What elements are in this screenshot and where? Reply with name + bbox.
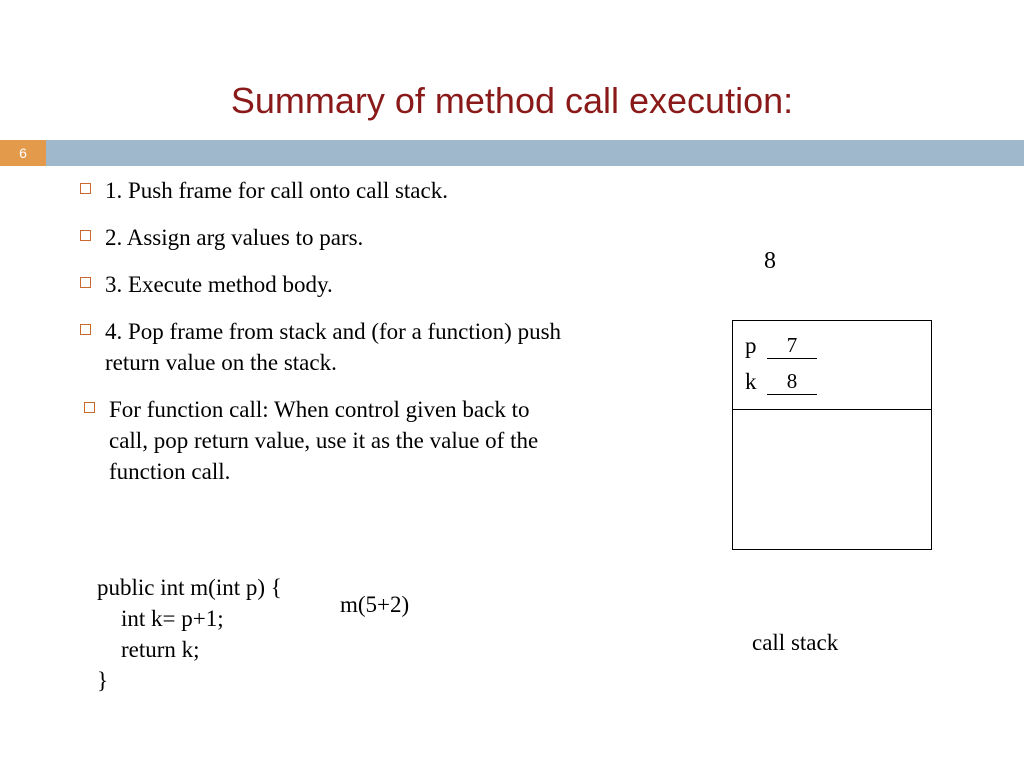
list-item: 3. Execute method body. [80,269,570,300]
list-item-text: 2. Assign arg values to pars. [105,222,570,253]
bullet-box-icon [80,183,91,194]
variable-value: 8 [767,369,817,394]
call-expression: m(5+2) [340,592,409,618]
code-line: return k; [97,634,282,665]
stack-label: call stack [752,630,838,656]
call-stack-diagram: p 7 k 8 [732,320,932,550]
code-line: int k= p+1; [97,603,282,634]
code-snippet: public int m(int p) { int k= p+1; return… [97,572,282,696]
bullet-box-icon [80,324,91,335]
header-bar [0,140,1024,166]
bullet-box-icon [80,230,91,241]
bullet-box-icon [84,402,95,413]
list-item-text: 3. Execute method body. [105,269,570,300]
variable-blank: 8 [767,373,817,395]
variable-value: 7 [767,333,817,358]
list-item: 4. Pop frame from stack and (for a funct… [80,316,570,378]
slide: Summary of method call execution: 6 1. P… [0,0,1024,768]
list-item-text: 4. Pop frame from stack and (for a funct… [105,316,570,378]
list-item: For function call: When control given ba… [80,394,570,487]
bullet-list: 1. Push frame for call onto call stack. … [80,175,570,503]
code-line: public int m(int p) { [97,572,282,603]
list-item: 2. Assign arg values to pars. [80,222,570,253]
variable-name: p [745,333,767,359]
code-line: } [97,665,282,696]
return-value: 8 [764,248,776,275]
list-item: 1. Push frame for call onto call stack. [80,175,570,206]
variable-name: k [745,369,767,395]
bullet-box-icon [80,277,91,288]
variable-row: k 8 [745,369,919,395]
stack-frame-bottom [732,410,932,550]
list-item-text: 1. Push frame for call onto call stack. [105,175,570,206]
variable-row: p 7 [745,333,919,359]
list-item-text: For function call: When control given ba… [109,394,570,487]
variable-blank: 7 [767,337,817,359]
slide-title: Summary of method call execution: [0,80,1024,122]
stack-frame-top: p 7 k 8 [732,320,932,410]
page-number-badge: 6 [0,140,46,166]
